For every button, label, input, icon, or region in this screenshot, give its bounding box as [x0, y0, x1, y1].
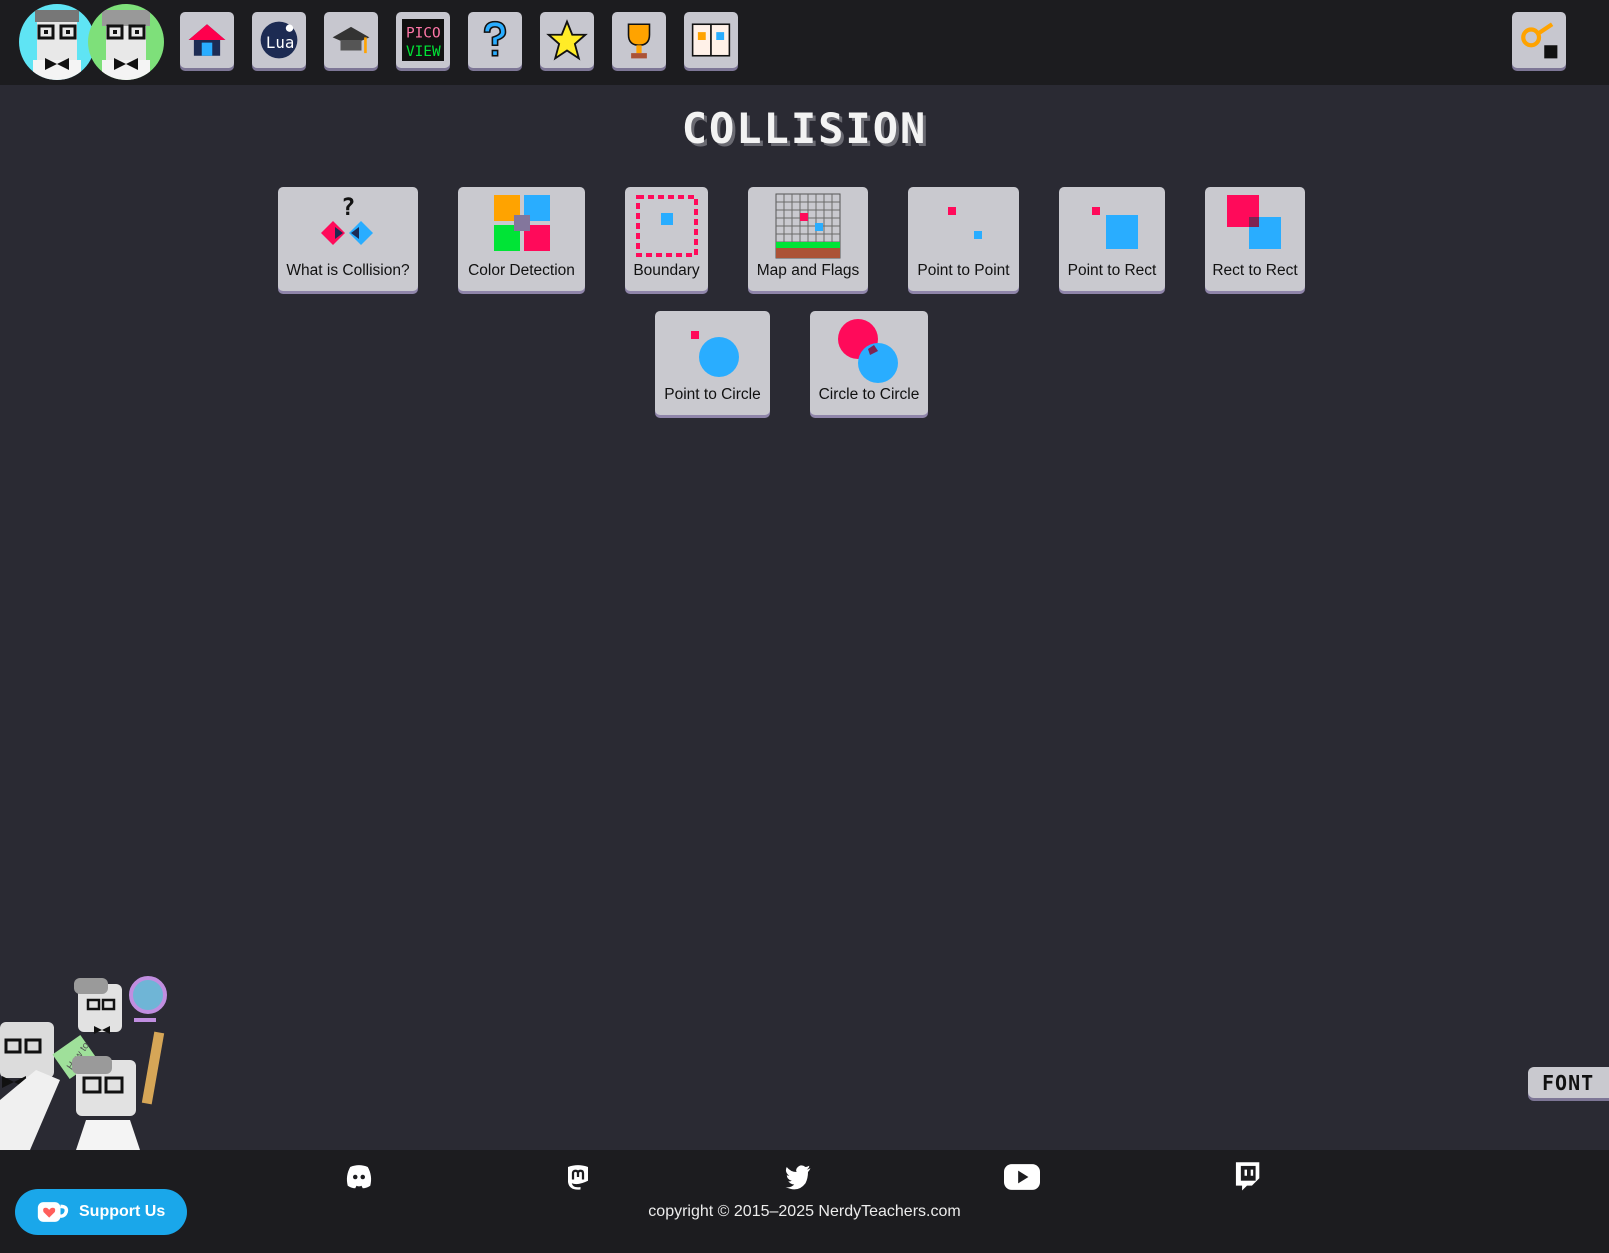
- house-icon[interactable]: [180, 12, 234, 68]
- card-point-to-circle[interactable]: Point to Circle: [655, 311, 770, 415]
- circle-to-circle-icon: [838, 319, 898, 383]
- nerdy-teacher-avatar-logo-2[interactable]: [88, 4, 164, 80]
- svg-text:VIEW: VIEW: [406, 44, 441, 60]
- card-point-to-point[interactable]: Point to Point: [908, 187, 1019, 291]
- card-color-detection[interactable]: Color Detection: [458, 187, 585, 291]
- boundary-icon: [635, 195, 698, 257]
- point-to-rect-icon: [1092, 207, 1138, 249]
- footer: copyright © 2015–2025 NerdyTeachers.com …: [0, 1150, 1609, 1253]
- card-label: Point to Rect: [1067, 262, 1157, 279]
- lua-moon-icon[interactable]: Lua: [252, 12, 306, 68]
- card-label: Rect to Rect: [1212, 262, 1298, 279]
- color-squares-icon: [493, 195, 550, 251]
- card-label: Color Detection: [468, 262, 575, 279]
- key-lock-icon[interactable]: [1512, 12, 1566, 68]
- nerdy-teacher-avatar-logo[interactable]: [19, 4, 95, 80]
- svg-text:Lua: Lua: [266, 33, 294, 52]
- mastodon-icon[interactable]: [560, 1159, 596, 1195]
- card-label: What is Collision?: [286, 262, 410, 279]
- support-us-label: Support Us: [79, 1203, 166, 1220]
- page-title: COLLISION: [681, 104, 928, 153]
- youtube-icon[interactable]: [1004, 1159, 1040, 1195]
- card-rect-to-rect[interactable]: Rect to Rect: [1205, 187, 1305, 291]
- font-toggle-button[interactable]: FONT: [1528, 1067, 1609, 1098]
- how-to-teachers-illustration: How to: [0, 976, 167, 1150]
- discord-icon[interactable]: [341, 1159, 377, 1195]
- point-to-circle-icon: [690, 331, 739, 377]
- card-label: Point to Circle: [664, 386, 761, 403]
- twitch-icon[interactable]: [1229, 1159, 1265, 1195]
- card-label: Point to Point: [917, 262, 1010, 279]
- map-grid-icon: [775, 193, 841, 259]
- copyright-text: copyright © 2015–2025 NerdyTeachers.com: [648, 1203, 961, 1220]
- card-label: Map and Flags: [756, 262, 860, 279]
- rect-to-rect-icon: [1227, 195, 1281, 249]
- card-circle-to-circle[interactable]: Circle to Circle: [810, 311, 928, 415]
- twitter-icon[interactable]: [780, 1159, 816, 1195]
- card-what-is-collision[interactable]: ? What is Collision?: [278, 187, 418, 291]
- collision-question-icon: ?: [321, 193, 373, 245]
- book-icon[interactable]: [684, 12, 738, 68]
- question-mark-icon[interactable]: [468, 12, 522, 68]
- support-us-button[interactable]: Support Us: [15, 1189, 187, 1235]
- top-navigation-bar: Lua PICO VIEW: [0, 0, 1609, 85]
- star-icon[interactable]: [540, 12, 594, 68]
- card-boundary[interactable]: Boundary: [625, 187, 708, 291]
- trophy-icon[interactable]: [612, 12, 666, 68]
- card-label: Circle to Circle: [818, 386, 920, 403]
- svg-text:PICO: PICO: [406, 25, 441, 41]
- graduation-cap-icon[interactable]: [324, 12, 378, 68]
- pico-view-icon[interactable]: PICO VIEW: [396, 12, 450, 68]
- card-point-to-rect[interactable]: Point to Rect: [1059, 187, 1165, 291]
- point-to-point-icon: [947, 207, 982, 239]
- svg-text:?: ?: [341, 193, 355, 221]
- kofi-cup-icon: [37, 1202, 69, 1222]
- card-map-and-flags[interactable]: Map and Flags: [748, 187, 868, 291]
- card-label: Boundary: [633, 262, 700, 279]
